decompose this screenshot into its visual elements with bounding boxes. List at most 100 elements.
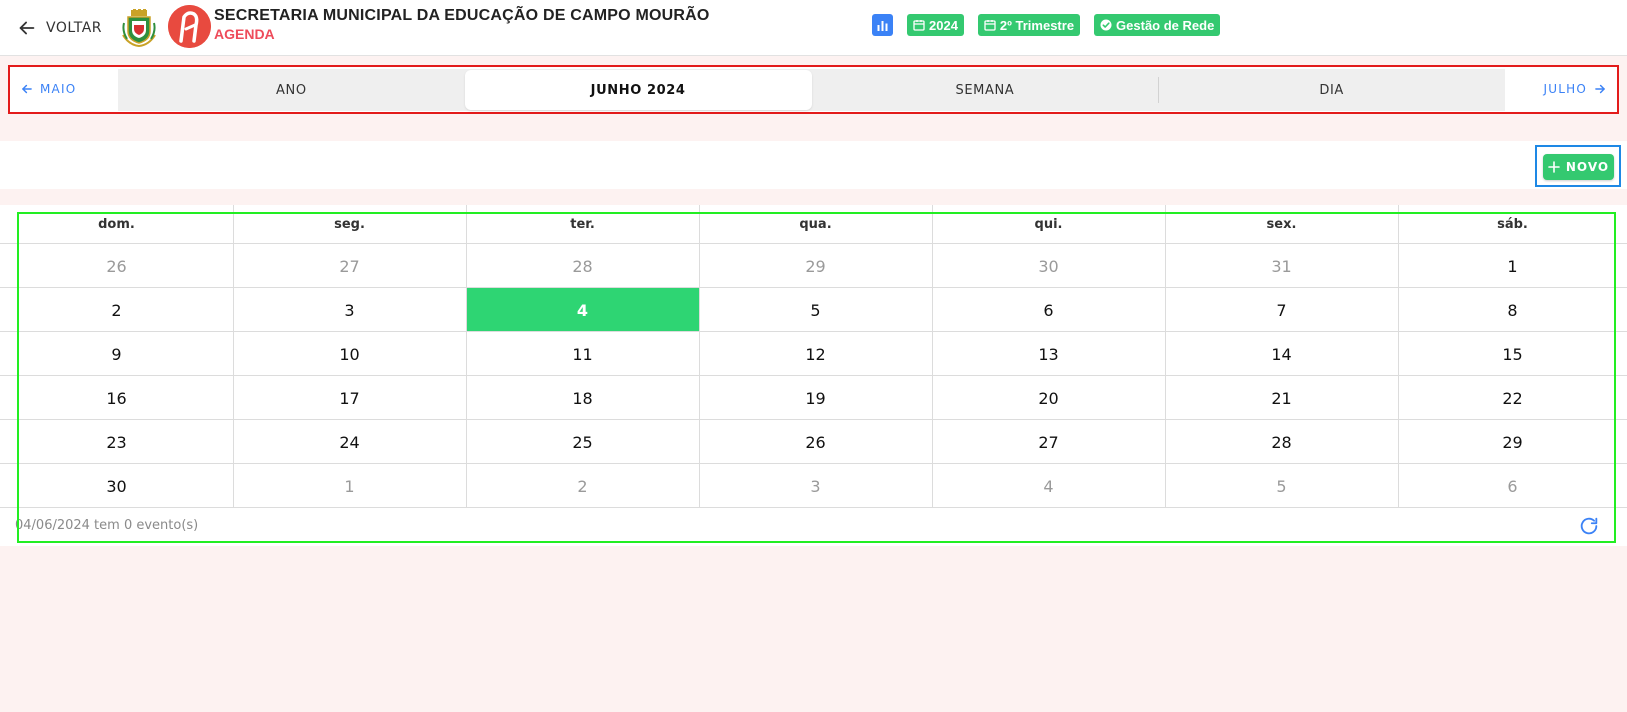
tab-day[interactable]: DIA bbox=[1158, 69, 1505, 111]
calendar-day[interactable]: 5 bbox=[699, 288, 932, 332]
next-month-button[interactable]: JULHO bbox=[1544, 79, 1607, 99]
row-divider bbox=[0, 507, 1627, 508]
calendar-day[interactable]: 26 bbox=[0, 244, 233, 288]
tab-week[interactable]: SEMANA bbox=[812, 69, 1159, 111]
calendar-day[interactable]: 20 bbox=[932, 376, 1165, 420]
calendar-day[interactable]: 14 bbox=[1165, 332, 1398, 376]
org-titles: SECRETARIA MUNICIPAL DA EDUCAÇÃO DE CAMP… bbox=[214, 7, 710, 42]
column-divider bbox=[1398, 244, 1399, 508]
calendar-day[interactable]: 18 bbox=[466, 376, 699, 420]
calendar-day[interactable]: 3 bbox=[233, 288, 466, 332]
calendar-day[interactable]: 7 bbox=[1165, 288, 1398, 332]
view-tabs: ANO JUNHO 2024 SEMANA DIA bbox=[118, 69, 1505, 111]
next-month-label: JULHO bbox=[1543, 82, 1587, 96]
calendar-day[interactable]: 30 bbox=[932, 244, 1165, 288]
calendar-day[interactable]: 29 bbox=[699, 244, 932, 288]
calendar-day[interactable]: 28 bbox=[1165, 420, 1398, 464]
new-event-button[interactable]: NOVO bbox=[1543, 154, 1614, 180]
column-divider bbox=[699, 244, 700, 508]
column-divider bbox=[1398, 205, 1399, 244]
calendar-day[interactable]: 6 bbox=[932, 288, 1165, 332]
arrow-left-icon bbox=[19, 21, 35, 35]
weekday-label: ter. bbox=[570, 216, 595, 232]
calendar-day[interactable]: 16 bbox=[0, 376, 233, 420]
calendar-day[interactable]: 31 bbox=[1165, 244, 1398, 288]
agenda-logo-icon bbox=[168, 5, 211, 48]
column-divider bbox=[466, 244, 467, 508]
check-circle-icon bbox=[1100, 19, 1112, 31]
weekday-header: dom. seg. ter. qua. qui. sex. sáb. bbox=[0, 205, 1627, 244]
calendar-day[interactable]: 22 bbox=[1398, 376, 1627, 420]
calendar-day[interactable]: 3 bbox=[699, 464, 932, 508]
calendar-day[interactable]: 29 bbox=[1398, 420, 1627, 464]
calendar-day[interactable]: 17 bbox=[233, 376, 466, 420]
calendar-icon bbox=[913, 20, 925, 31]
weekday-label: dom. bbox=[98, 216, 135, 232]
calendar-day[interactable]: 2 bbox=[466, 464, 699, 508]
tab-month[interactable]: JUNHO 2024 bbox=[464, 70, 812, 110]
year-badge[interactable]: 2024 bbox=[907, 14, 964, 36]
arrow-right-icon bbox=[1595, 84, 1605, 94]
column-divider bbox=[699, 205, 700, 244]
calendar-grid: 26 27 28 29 30 31 1 2 3 4 5 6 7 8 9 10 11 12 13 14 15 16 17 18 1… bbox=[0, 244, 1627, 508]
column-divider bbox=[466, 205, 467, 244]
column-divider bbox=[1165, 244, 1166, 508]
calendar-day[interactable]: 27 bbox=[932, 420, 1165, 464]
calendar-day[interactable]: 25 bbox=[466, 420, 699, 464]
calendar-day[interactable]: 28 bbox=[466, 244, 699, 288]
new-event-label: NOVO bbox=[1565, 160, 1610, 174]
calendar-day[interactable]: 24 bbox=[233, 420, 466, 464]
org-title: SECRETARIA MUNICIPAL DA EDUCAÇÃO DE CAMP… bbox=[214, 7, 710, 24]
calendar-day[interactable]: 27 bbox=[233, 244, 466, 288]
stats-badge[interactable] bbox=[872, 14, 893, 36]
network-badge[interactable]: Gestão de Rede bbox=[1094, 14, 1221, 36]
calendar-day[interactable]: 9 bbox=[0, 332, 233, 376]
calendar-day[interactable]: 10 bbox=[233, 332, 466, 376]
calendar-toolbar bbox=[0, 141, 1627, 189]
arrow-left-icon bbox=[22, 84, 32, 94]
calendar-navigation: MAIO ANO JUNHO 2024 SEMANA DIA JULHO bbox=[8, 65, 1619, 114]
weekday-label: qui. bbox=[1034, 216, 1063, 232]
column-divider bbox=[233, 244, 234, 508]
back-button[interactable]: VOLTAR bbox=[16, 14, 102, 42]
network-badge-label: Gestão de Rede bbox=[1116, 17, 1215, 33]
column-divider bbox=[932, 205, 933, 244]
calendar-day[interactable]: 15 bbox=[1398, 332, 1627, 376]
city-crest-icon bbox=[122, 9, 156, 47]
calendar-day[interactable]: 6 bbox=[1398, 464, 1627, 508]
calendar-day[interactable]: 5 bbox=[1165, 464, 1398, 508]
column-divider bbox=[1165, 205, 1166, 244]
plus-icon bbox=[1548, 161, 1560, 173]
calendar-day[interactable]: 13 bbox=[932, 332, 1165, 376]
column-divider bbox=[233, 205, 234, 244]
calendar-day[interactable]: 30 bbox=[0, 464, 233, 508]
trimester-badge[interactable]: 2º Trimestre bbox=[977, 14, 1081, 36]
calendar-icon bbox=[984, 20, 996, 31]
month-calendar: dom. seg. ter. qua. qui. sex. sáb. 26 27 28 29 30 3… bbox=[0, 205, 1627, 546]
prev-month-label: MAIO bbox=[40, 82, 77, 96]
calendar-day[interactable]: 23 bbox=[0, 420, 233, 464]
calendar-day[interactable]: 21 bbox=[1165, 376, 1398, 420]
calendar-day-selected[interactable]: 4 bbox=[466, 288, 699, 332]
top-header: VOLTAR SECRETARIA MUNICIPAL DA EDUCAÇÃO … bbox=[0, 0, 1627, 56]
org-subtitle: AGENDA bbox=[214, 26, 275, 42]
prev-month-button[interactable]: MAIO bbox=[20, 79, 76, 99]
calendar-day[interactable]: 12 bbox=[699, 332, 932, 376]
refresh-icon[interactable] bbox=[1578, 515, 1600, 537]
calendar-day[interactable]: 1 bbox=[1398, 244, 1627, 288]
weekday-label: sáb. bbox=[1497, 216, 1528, 232]
calendar-day[interactable]: 1 bbox=[233, 464, 466, 508]
calendar-day[interactable]: 11 bbox=[466, 332, 699, 376]
calendar-day[interactable]: 8 bbox=[1398, 288, 1627, 332]
calendar-day[interactable]: 2 bbox=[0, 288, 233, 332]
column-divider bbox=[932, 244, 933, 508]
calendar-day[interactable]: 26 bbox=[699, 420, 932, 464]
calendar-day[interactable]: 19 bbox=[699, 376, 932, 420]
events-summary: 04/06/2024 tem 0 evento(s) bbox=[15, 518, 199, 533]
calendar-day[interactable]: 4 bbox=[932, 464, 1165, 508]
bar-chart-icon bbox=[877, 20, 888, 31]
year-badge-label: 2024 bbox=[929, 17, 958, 33]
tab-year[interactable]: ANO bbox=[118, 69, 465, 111]
trimester-badge-label: 2º Trimestre bbox=[999, 17, 1075, 33]
weekday-label: qua. bbox=[799, 216, 832, 232]
